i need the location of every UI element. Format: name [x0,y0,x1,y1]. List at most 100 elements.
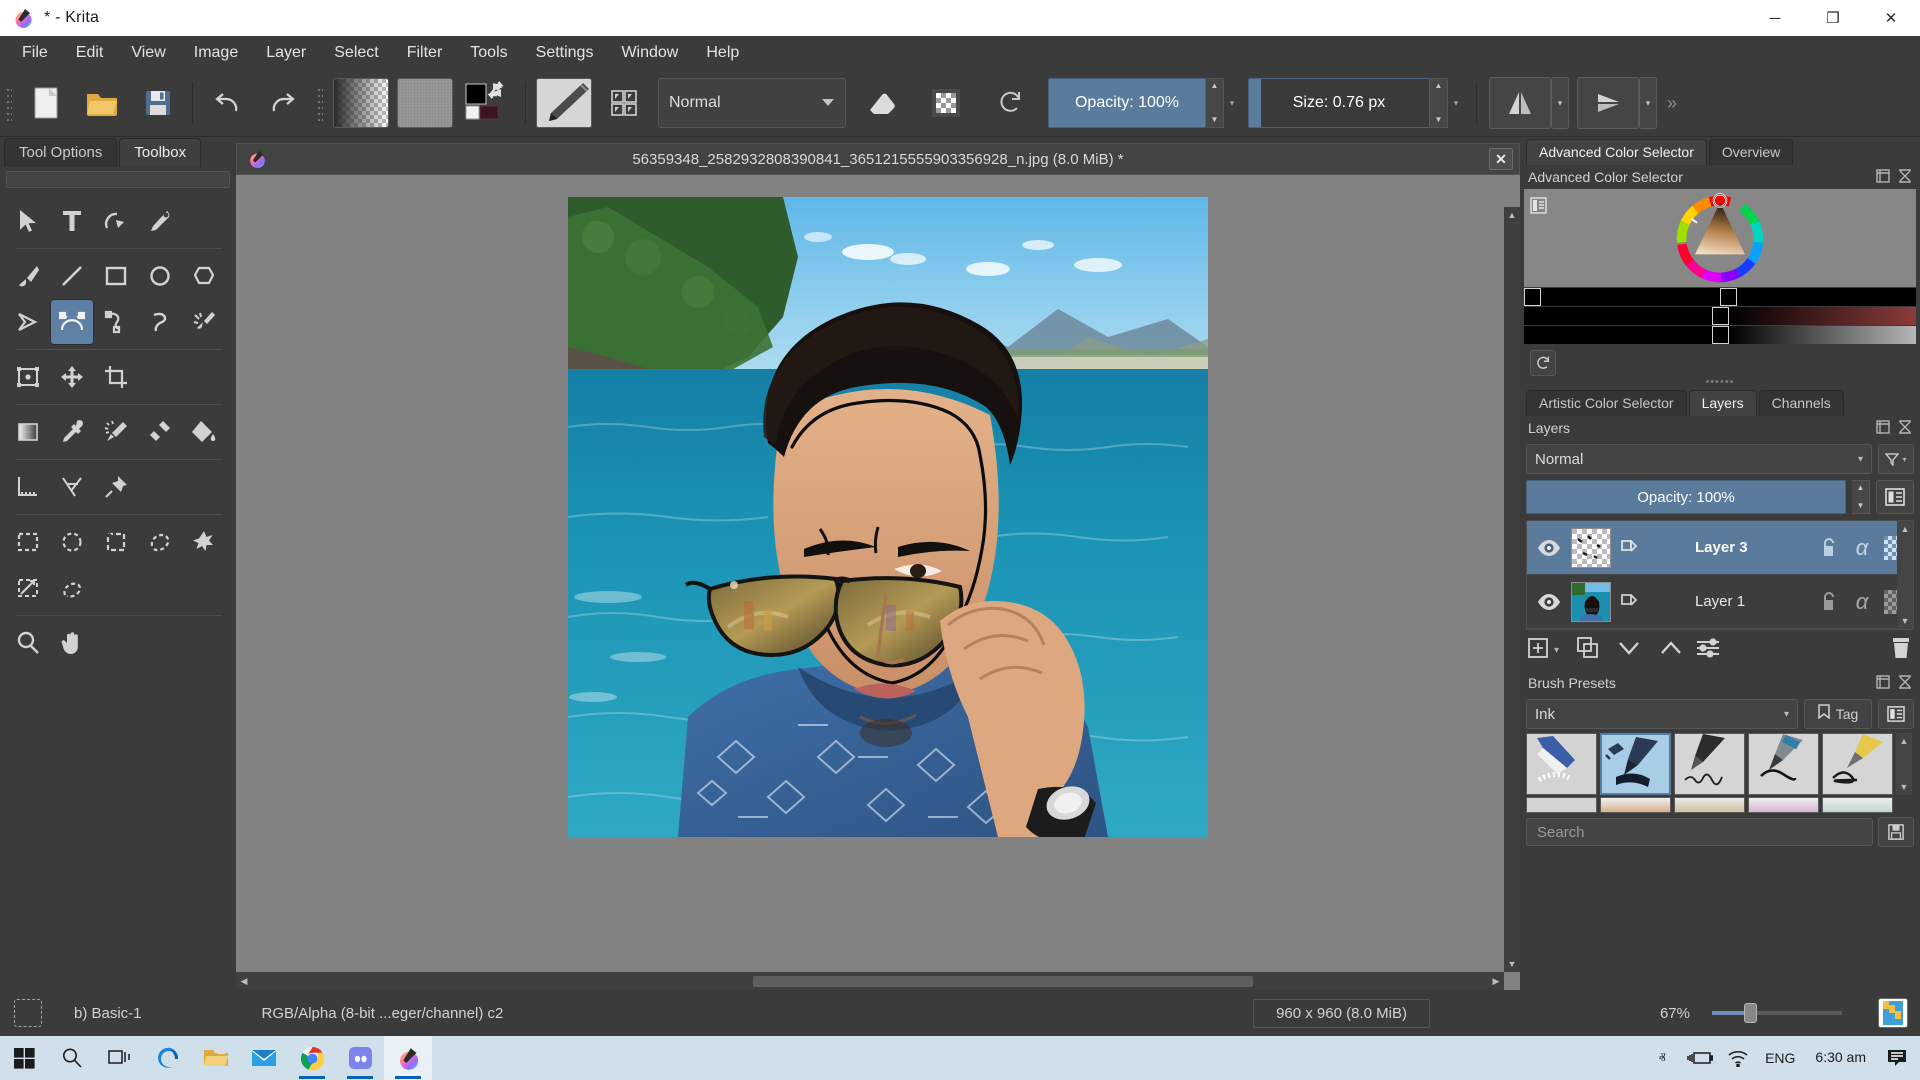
mail-button[interactable] [240,1036,288,1080]
line-tool[interactable] [50,253,94,299]
menu-image[interactable]: Image [180,40,252,66]
reset-color-icon[interactable] [1530,350,1556,376]
scroll-up-icon[interactable]: ▲ [1896,733,1912,749]
spinner-down-icon[interactable]: ▼ [1435,116,1443,124]
freehand-path-tool[interactable] [94,299,138,345]
spinner-down-icon[interactable]: ▼ [1857,502,1865,510]
edge-button[interactable] [144,1036,192,1080]
canvas-preview-icon[interactable] [1878,998,1908,1028]
measure-tool[interactable] [6,464,50,510]
layer-thumbnail[interactable] [1571,581,1611,622]
lock-open-icon[interactable] [1811,591,1845,612]
tab-toolbox[interactable]: Toolbox [119,138,202,167]
pan-tool[interactable] [50,620,94,666]
spinner-down-icon[interactable]: ▼ [1211,116,1219,124]
scroll-up-icon[interactable]: ▲ [1897,521,1913,537]
toolbar-grip[interactable] [2,79,16,127]
reload-preset-icon[interactable] [982,78,1038,128]
minimize-button[interactable]: ─ [1746,0,1804,36]
spinner-up-icon[interactable]: ▲ [1435,82,1443,90]
redo-arrow-icon[interactable] [255,78,311,128]
close-panel-icon[interactable] [1898,168,1912,186]
alpha-lock-icon[interactable] [918,78,974,128]
open-folder-icon[interactable] [74,78,130,128]
multibrush-tool[interactable] [182,299,226,345]
scrollbar-thumb[interactable] [752,975,1253,987]
wifi-icon[interactable] [1721,1036,1755,1080]
brush-preset-ink-ballpoint[interactable] [1526,733,1597,795]
layer-visibility-toggle[interactable] [1527,539,1571,557]
eyedropper-icon[interactable] [50,409,94,455]
scroll-up-icon[interactable]: ▲ [1504,207,1520,223]
brush-preset-ink-gpen[interactable] [1599,732,1672,796]
add-layer-button[interactable] [1528,638,1548,663]
menu-settings[interactable]: Settings [522,40,608,66]
clock[interactable]: 6:30 am [1805,1049,1876,1065]
brush-editor-icon[interactable] [596,78,652,128]
menu-select[interactable]: Select [320,40,392,66]
move-layer-up-button[interactable] [1659,640,1683,661]
menu-view[interactable]: View [117,40,179,66]
zoom-slider[interactable] [1712,1003,1842,1023]
save-preset-icon[interactable] [1878,817,1914,847]
scroll-down-icon[interactable]: ▼ [1896,779,1912,795]
tab-artistic-color-selector[interactable]: Artistic Color Selector [1526,390,1687,416]
move-layer-down-button[interactable] [1617,640,1641,661]
scroll-left-icon[interactable]: ◀ [236,973,252,989]
gradient-swatch[interactable] [333,78,389,128]
brush-preset-thumbnail[interactable] [536,78,592,128]
toolbar-overflow-button[interactable]: » [1667,93,1677,114]
search-button[interactable] [48,1036,96,1080]
close-panel-icon[interactable] [1898,419,1912,437]
size-slider[interactable]: Size: 0.76 px [1248,78,1430,128]
ellipse-tool[interactable] [138,253,182,299]
inherit-alpha-icon[interactable] [1611,592,1647,612]
slider-handle[interactable] [1711,307,1729,325]
gradient-tool[interactable] [6,409,50,455]
rectangular-selection-tool[interactable] [6,519,50,565]
canvas-document-image[interactable] [568,197,1208,837]
maximize-button[interactable]: ❐ [1804,0,1862,36]
start-button[interactable] [0,1036,48,1080]
scroll-down-icon[interactable]: ▼ [1897,613,1913,629]
scroll-right-icon[interactable]: ▶ [1488,973,1504,989]
similar-color-selection-tool[interactable] [6,565,50,611]
tab-overview[interactable]: Overview [1708,139,1794,165]
polygonal-selection-tool[interactable] [94,519,138,565]
file-explorer-button[interactable] [192,1036,240,1080]
size-slider-group[interactable]: Size: 0.76 px ▲ ▼ [1248,78,1448,128]
brush-tag-select[interactable]: Ink ▾ [1526,699,1798,729]
calligraphy-tool[interactable] [138,198,182,244]
brush-preset-row2-2[interactable] [1600,797,1671,813]
delete-layer-button[interactable] [1890,636,1912,665]
mirror-vertical-icon[interactable] [1577,77,1639,129]
mirror-horizontal-icon[interactable] [1489,77,1551,129]
layer-filter-icon[interactable]: ▾ [1878,444,1914,474]
move-tool[interactable] [50,354,94,400]
toolbox-search-bar[interactable] [6,171,230,188]
transform-tool[interactable] [6,354,50,400]
blend-mode-select[interactable]: Normal [658,78,846,128]
zoom-slider-handle[interactable] [1744,1003,1757,1023]
inherit-alpha-icon[interactable] [1611,538,1647,558]
document-tab-titlebar[interactable]: 56359348_2582932808390841_36512155559033… [236,143,1520,175]
discord-button[interactable] [336,1036,384,1080]
undo-arrow-icon[interactable] [199,78,255,128]
new-file-icon[interactable] [18,78,74,128]
brush-preset-ink-marker[interactable] [1822,733,1893,795]
battery-charging-icon[interactable] [1683,1036,1717,1080]
brush-preset-row2-4[interactable] [1748,797,1819,813]
color-value-slider-1[interactable] [1524,288,1916,306]
layer-name[interactable]: Layer 3 [1647,539,1811,556]
opacity-slider-group[interactable]: Opacity: 100% ▲ ▼ [1048,78,1224,128]
canvas-horizontal-scrollbar[interactable]: ◀ ▶ [236,972,1504,990]
menu-filter[interactable]: Filter [393,40,457,66]
opacity-options-caret-icon[interactable]: ▾ [1224,98,1240,109]
alpha-channel-icon[interactable]: α [1845,535,1879,561]
size-spinner[interactable]: ▲ ▼ [1430,78,1448,128]
chrome-button[interactable] [288,1036,336,1080]
menu-window[interactable]: Window [607,40,692,66]
selection-mask-icon[interactable] [14,999,42,1027]
color-value-slider-2[interactable] [1524,307,1916,325]
polyline-tool[interactable] [6,299,50,345]
